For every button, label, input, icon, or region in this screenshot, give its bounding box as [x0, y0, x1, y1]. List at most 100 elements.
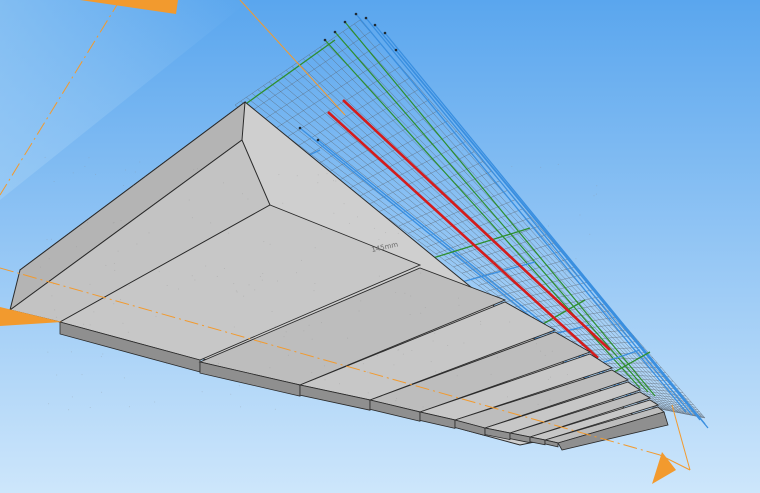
concrete-texture-speck [409, 407, 410, 408]
structural-model-scene[interactable]: 145mm [0, 0, 760, 493]
concrete-texture-speck [512, 286, 513, 287]
concrete-texture-speck [596, 194, 597, 195]
concrete-texture-speck [40, 267, 41, 268]
concrete-texture-speck [558, 164, 559, 165]
concrete-texture-speck [492, 178, 493, 179]
concrete-texture-speck [441, 371, 442, 372]
concrete-texture-speck [419, 267, 420, 268]
concrete-texture-speck [579, 214, 580, 215]
concrete-texture-speck [536, 343, 537, 344]
concrete-texture-speck [594, 195, 595, 196]
3d-viewport[interactable]: 145mm [0, 0, 760, 493]
bar-end-marker [344, 21, 347, 24]
concrete-texture-speck [68, 409, 69, 410]
concrete-texture-speck [435, 217, 436, 218]
concrete-texture-speck [452, 216, 453, 217]
concrete-texture-speck [189, 199, 190, 200]
concrete-texture-speck [404, 293, 405, 294]
concrete-texture-speck [591, 344, 592, 345]
concrete-texture-speck [335, 181, 336, 182]
concrete-texture-speck [480, 321, 481, 322]
concrete-texture-speck [575, 258, 576, 259]
concrete-texture-speck [123, 185, 124, 186]
concrete-texture-speck [395, 194, 396, 195]
concrete-texture-speck [589, 234, 590, 235]
concrete-texture-speck [325, 379, 326, 380]
concrete-texture-speck [311, 372, 312, 373]
concrete-texture-speck [538, 404, 539, 405]
concrete-texture-speck [84, 166, 85, 167]
concrete-texture-speck [105, 265, 106, 266]
concrete-texture-speck [462, 250, 463, 251]
concrete-texture-speck [263, 241, 264, 242]
concrete-texture-speck [434, 333, 435, 334]
concrete-texture-speck [111, 339, 112, 340]
concrete-texture-speck [218, 363, 219, 364]
concrete-texture-speck [192, 217, 193, 218]
concrete-texture-speck [286, 331, 287, 332]
concrete-texture-speck [217, 276, 218, 277]
concrete-texture-speck [548, 226, 549, 227]
concrete-texture-speck [156, 316, 157, 317]
concrete-texture-speck [368, 286, 369, 287]
concrete-texture-speck [313, 290, 314, 291]
concrete-texture-speck [326, 173, 327, 174]
concrete-texture-speck [404, 226, 405, 227]
concrete-texture-speck [58, 242, 59, 243]
concrete-texture-speck [357, 216, 358, 217]
concrete-texture-speck [433, 340, 434, 341]
concrete-texture-speck [596, 185, 597, 186]
concrete-texture-speck [272, 311, 273, 312]
concrete-texture-speck [243, 296, 244, 297]
concrete-texture-speck [315, 379, 316, 380]
concrete-texture-speck [461, 255, 462, 256]
concrete-texture-speck [547, 258, 548, 259]
concrete-texture-speck [90, 324, 91, 325]
concrete-texture-speck [114, 263, 115, 264]
concrete-texture-speck [262, 280, 263, 281]
concrete-texture-speck [429, 155, 430, 156]
concrete-texture-speck [344, 203, 345, 204]
concrete-texture-speck [385, 232, 386, 233]
concrete-texture-speck [458, 298, 459, 299]
concrete-texture-speck [51, 295, 52, 296]
concrete-texture-speck [361, 197, 362, 198]
concrete-texture-speck [491, 374, 492, 375]
concrete-texture-speck [71, 351, 72, 352]
concrete-texture-speck [132, 348, 133, 349]
concrete-texture-speck [340, 165, 341, 166]
concrete-texture-speck [197, 168, 198, 169]
bar-end-marker [317, 139, 320, 142]
concrete-texture-speck [113, 222, 114, 223]
concrete-texture-speck [133, 185, 134, 186]
concrete-texture-speck [240, 406, 241, 407]
concrete-texture-speck [395, 400, 396, 401]
concrete-texture-speck [81, 228, 82, 229]
concrete-texture-speck [374, 228, 375, 229]
concrete-texture-speck [301, 260, 302, 261]
concrete-texture-speck [347, 338, 348, 339]
concrete-texture-speck [102, 353, 103, 354]
concrete-texture-speck [552, 286, 553, 287]
concrete-texture-speck [148, 232, 149, 233]
concrete-texture-speck [87, 222, 88, 223]
concrete-texture-speck [101, 392, 102, 393]
concrete-texture-speck [47, 352, 48, 353]
concrete-texture-speck [178, 289, 179, 290]
concrete-texture-speck [314, 283, 315, 284]
concrete-texture-speck [282, 203, 283, 204]
concrete-texture-speck [260, 343, 261, 344]
bar-end-marker [374, 24, 377, 27]
concrete-texture-speck [539, 224, 540, 225]
concrete-texture-speck [379, 276, 380, 277]
concrete-texture-speck [393, 364, 394, 365]
concrete-texture-speck [166, 363, 167, 364]
concrete-texture-speck [430, 225, 431, 226]
concrete-texture-speck [414, 190, 415, 191]
concrete-texture-speck [249, 284, 250, 285]
concrete-texture-speck [431, 361, 432, 362]
concrete-texture-speck [136, 244, 137, 245]
concrete-texture-speck [333, 180, 334, 181]
concrete-texture-speck [48, 403, 49, 404]
concrete-texture-speck [114, 270, 115, 271]
